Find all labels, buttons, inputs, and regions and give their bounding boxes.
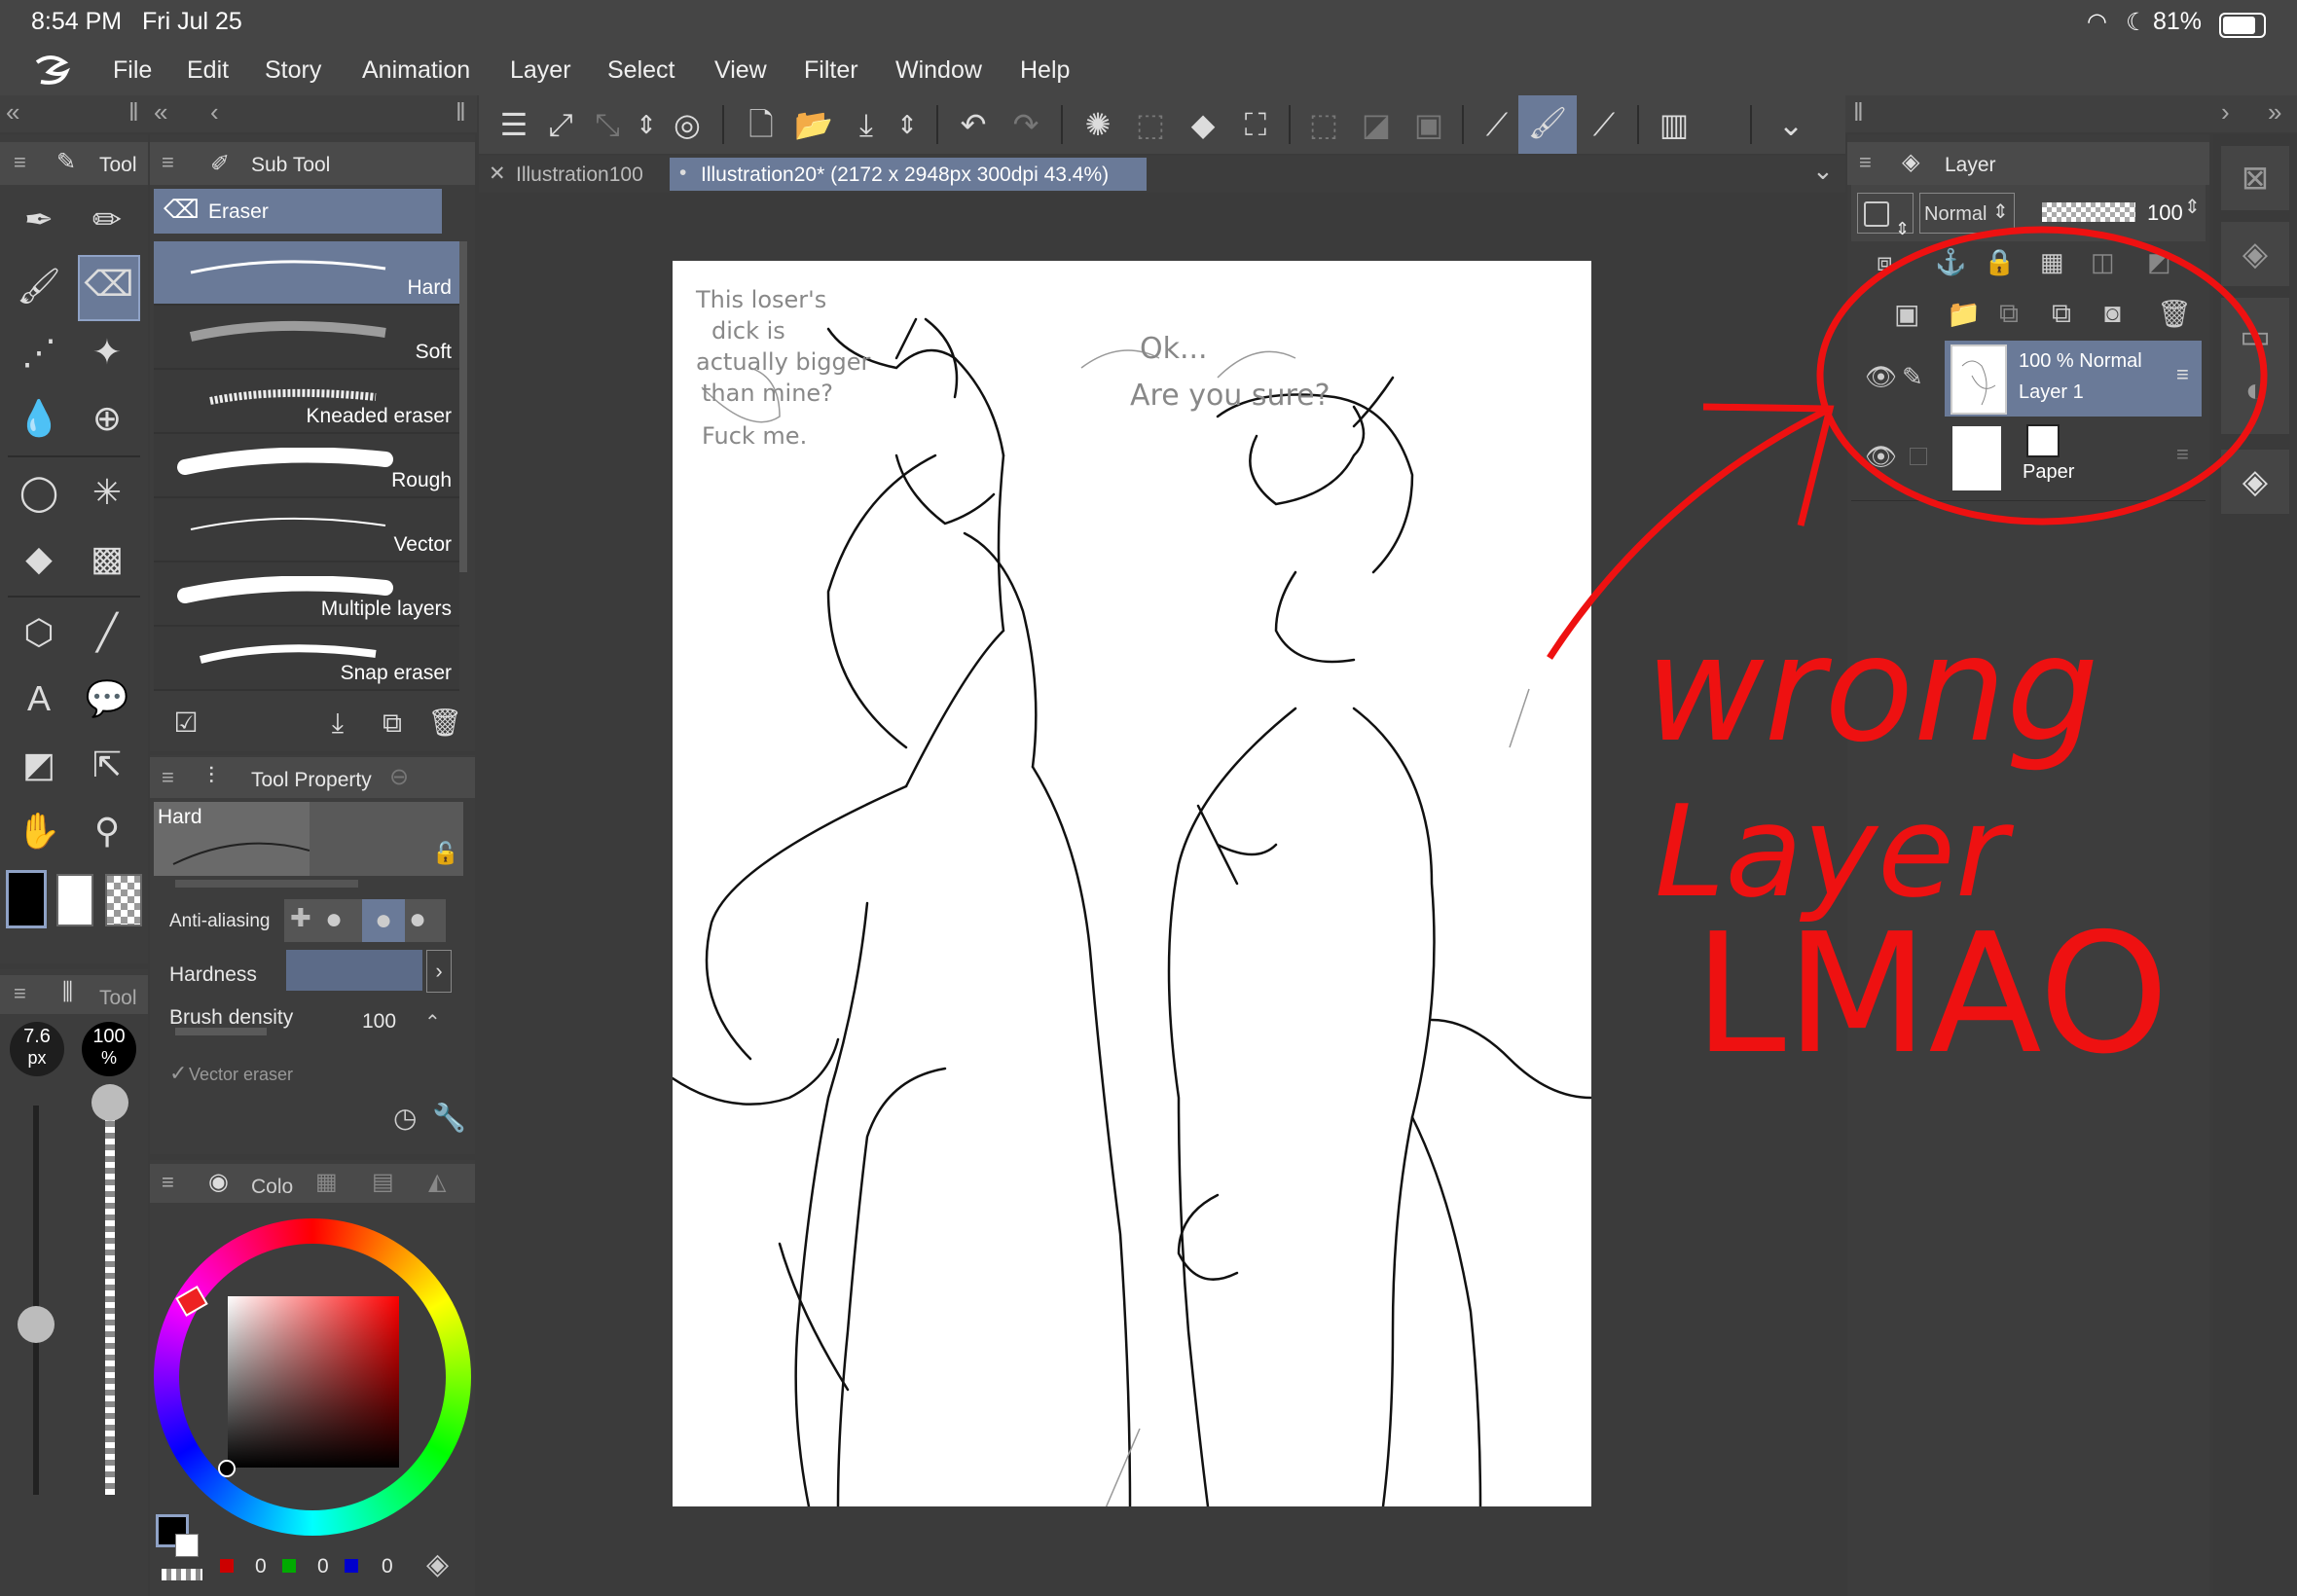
annotation-circle	[1816, 226, 2268, 526]
annotation-line3: LMAO	[1694, 898, 2169, 1091]
annotation-arrowhead	[1702, 403, 1835, 526]
annotation-line1: wrong	[1645, 605, 2098, 775]
annotation-overlay: wrong Layer LMAO	[1547, 226, 2268, 1091]
